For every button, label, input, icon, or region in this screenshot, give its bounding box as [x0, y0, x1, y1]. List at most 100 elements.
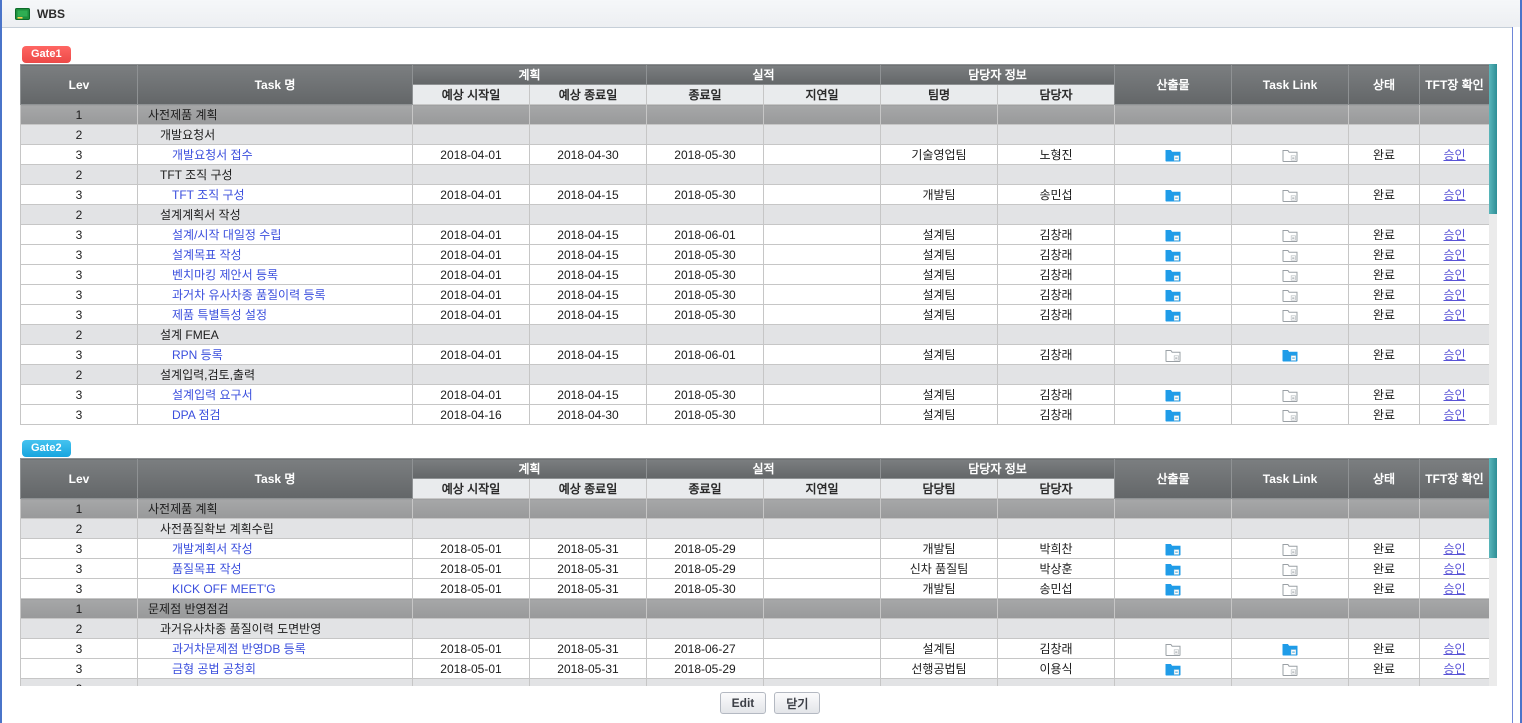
- output-folder-blue-icon[interactable]: [1165, 409, 1181, 422]
- output-folder-gray-icon[interactable]: [1165, 349, 1181, 362]
- tft-confirm-cell: [1420, 519, 1490, 539]
- task-name-link[interactable]: 설계목표 작성: [172, 248, 242, 262]
- team-cell: 설계팀: [881, 265, 998, 285]
- approve-link[interactable]: 승인: [1443, 288, 1465, 302]
- approve-link[interactable]: 승인: [1443, 662, 1465, 676]
- task-link-cell: [1232, 579, 1349, 599]
- task-name-link[interactable]: 품질목표 작성: [172, 562, 242, 576]
- plan-start-cell: [413, 619, 530, 639]
- tft-confirm-cell: 승인: [1420, 539, 1490, 559]
- tasklink-folder-gray-icon[interactable]: [1282, 663, 1298, 676]
- tasklink-folder-gray-icon[interactable]: [1282, 583, 1298, 596]
- status-cell: [1349, 619, 1420, 639]
- task-name-link[interactable]: KICK OFF MEET'G: [172, 582, 276, 596]
- tasklink-folder-gray-icon[interactable]: [1282, 409, 1298, 422]
- table-row: 2설계계획서 작성: [21, 205, 1490, 225]
- output-cell: [1115, 679, 1232, 687]
- output-folder-blue-icon[interactable]: [1165, 543, 1181, 556]
- table-scrollbar[interactable]: [1489, 64, 1497, 425]
- approve-link[interactable]: 승인: [1443, 582, 1465, 596]
- output-cell: [1115, 365, 1232, 385]
- approve-link[interactable]: 승인: [1443, 308, 1465, 322]
- tasklink-folder-gray-icon[interactable]: [1282, 149, 1298, 162]
- output-folder-gray-icon[interactable]: [1165, 643, 1181, 656]
- output-cell: [1115, 519, 1232, 539]
- team-cell: 설계팀: [881, 305, 998, 325]
- edit-button[interactable]: Edit: [720, 692, 767, 714]
- tasklink-folder-gray-icon[interactable]: [1282, 563, 1298, 576]
- page-scrollbar[interactable]: [1512, 27, 1520, 723]
- task-name-link[interactable]: 과거차문제점 반영DB 등록: [172, 642, 306, 656]
- output-cell: [1115, 559, 1232, 579]
- task-name-link[interactable]: 개발계획서 작성: [172, 542, 253, 556]
- tasklink-folder-gray-icon[interactable]: [1282, 229, 1298, 242]
- task-name-link[interactable]: 벤치마킹 제안서 등록: [172, 268, 278, 282]
- approve-link[interactable]: 승인: [1443, 388, 1465, 402]
- actual-end-cell: 2018-06-01: [647, 225, 764, 245]
- task-name-cell: 벤치마킹 제안서 등록: [138, 265, 413, 285]
- approve-link[interactable]: 승인: [1443, 348, 1465, 362]
- tasklink-folder-gray-icon[interactable]: [1282, 309, 1298, 322]
- col-group-plan: 계획: [413, 65, 647, 85]
- output-cell: [1115, 385, 1232, 405]
- status-cell: 완료: [1349, 345, 1420, 365]
- lev-cell: 3: [21, 559, 138, 579]
- output-folder-blue-icon[interactable]: [1165, 309, 1181, 322]
- tasklink-folder-gray-icon[interactable]: [1282, 189, 1298, 202]
- close-button[interactable]: 닫기: [774, 692, 820, 714]
- approve-link[interactable]: 승인: [1443, 228, 1465, 242]
- actual-end-cell: 2018-05-30: [647, 265, 764, 285]
- delay-cell: [764, 345, 881, 365]
- tasklink-folder-gray-icon[interactable]: [1282, 249, 1298, 262]
- approve-link[interactable]: 승인: [1443, 248, 1465, 262]
- output-folder-blue-icon[interactable]: [1165, 269, 1181, 282]
- approve-link[interactable]: 승인: [1443, 562, 1465, 576]
- task-name-link[interactable]: 과거차 유사차종 품질이력 등록: [172, 288, 326, 302]
- tasklink-folder-gray-icon[interactable]: [1282, 543, 1298, 556]
- approve-link[interactable]: 승인: [1443, 188, 1465, 202]
- approve-link[interactable]: 승인: [1443, 268, 1465, 282]
- page-title: WBS: [37, 7, 65, 21]
- table-scrollbar-thumb[interactable]: [1489, 64, 1497, 214]
- owner-cell: 김창래: [998, 405, 1115, 425]
- approve-link[interactable]: 승인: [1443, 542, 1465, 556]
- approve-link[interactable]: 승인: [1443, 408, 1465, 422]
- task-name-link[interactable]: 설계입력 요구서: [172, 388, 253, 402]
- tasklink-folder-gray-icon[interactable]: [1282, 269, 1298, 282]
- task-name-link[interactable]: TFT 조직 구성: [172, 188, 245, 202]
- tasklink-folder-gray-icon[interactable]: [1282, 389, 1298, 402]
- table-scrollbar-thumb[interactable]: [1489, 458, 1497, 558]
- output-folder-blue-icon[interactable]: [1165, 189, 1181, 202]
- tft-confirm-cell: [1420, 105, 1490, 125]
- tft-confirm-cell: [1420, 165, 1490, 185]
- task-name-link[interactable]: RPN 등록: [172, 348, 223, 362]
- task-name-link[interactable]: 개발요청서 접수: [172, 148, 253, 162]
- tasklink-folder-gray-icon[interactable]: [1282, 289, 1298, 302]
- task-name-link[interactable]: 금형 공법 공청회: [172, 662, 256, 676]
- output-folder-blue-icon[interactable]: [1165, 389, 1181, 402]
- table-scrollbar[interactable]: [1489, 458, 1497, 686]
- delay-cell: [764, 539, 881, 559]
- approve-link[interactable]: 승인: [1443, 642, 1465, 656]
- task-name-cell: DPA 점검: [138, 405, 413, 425]
- plan-start-cell: 2018-05-01: [413, 559, 530, 579]
- table-row: 2개발요청서: [21, 125, 1490, 145]
- approve-link[interactable]: 승인: [1443, 148, 1465, 162]
- output-folder-blue-icon[interactable]: [1165, 289, 1181, 302]
- task-name-link[interactable]: 제품 특별특성 설정: [172, 308, 267, 322]
- tft-confirm-cell: 승인: [1420, 385, 1490, 405]
- output-folder-blue-icon[interactable]: [1165, 229, 1181, 242]
- output-folder-blue-icon[interactable]: [1165, 663, 1181, 676]
- tasklink-folder-blue-icon[interactable]: [1282, 349, 1298, 362]
- status-cell: [1349, 105, 1420, 125]
- output-folder-blue-icon[interactable]: [1165, 563, 1181, 576]
- tasklink-folder-blue-icon[interactable]: [1282, 643, 1298, 656]
- task-name-link[interactable]: DPA 점검: [172, 408, 221, 422]
- tft-confirm-cell: 승인: [1420, 639, 1490, 659]
- output-folder-blue-icon[interactable]: [1165, 249, 1181, 262]
- col-header-lev: Lev: [21, 65, 138, 105]
- output-folder-blue-icon[interactable]: [1165, 149, 1181, 162]
- task-name-cell: 개발계획서 작성: [138, 539, 413, 559]
- task-name-link[interactable]: 설계/시작 대일정 수립: [172, 228, 281, 242]
- output-folder-blue-icon[interactable]: [1165, 583, 1181, 596]
